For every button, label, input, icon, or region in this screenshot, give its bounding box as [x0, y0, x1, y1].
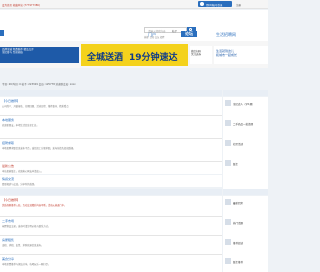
list-item[interactable]: 【今日推荐】 优质商家推荐入驻，互动交流精彩内容不断，活动火热进行中。 [0, 196, 222, 216]
register-link[interactable]: 注册 [236, 3, 241, 7]
list-item[interactable]: 【今日推荐】 公司简介、开始报名、往期回顾、活动日程、推荐嘉宾、精彩看点 [0, 97, 222, 115]
post-desc: 本站招募版主，欢迎热心网友申请加入。 [2, 170, 44, 173]
main-ad[interactable]: 全城送酒 19分钟速达 [81, 44, 188, 66]
sidebar-item[interactable]: 版主 [233, 162, 238, 166]
sidebar-item[interactable]: 推荐阅读 [233, 241, 243, 245]
post-desc: 公司简介、开始报名、往期回顾、活动日程、推荐嘉宾、精彩看点 [2, 105, 69, 108]
sidebar-item[interactable]: 版主推荐 [233, 260, 243, 264]
post-title[interactable]: 【今日推荐】 [2, 99, 20, 103]
list-item[interactable]: 美食分享 本地美食推荐与探店分享，吃喝玩乐一网打尽。 [0, 255, 222, 272]
qq-login-label: 用QQ帐号登录 [206, 3, 223, 7]
main-ad-left-text: 全城送酒 [87, 53, 124, 63]
top-tip[interactable]: 设为首页 收藏本站 (777977386) [2, 3, 40, 7]
sidebar-header [223, 90, 268, 96]
main-nav: 门户 论坛 生活招聘网 [0, 30, 268, 40]
list-item[interactable]: 房屋租售 出租、求租、出售、求购房屋信息发布。 [0, 236, 222, 254]
post-title[interactable]: 本地服务 [2, 118, 14, 122]
post-title[interactable]: 最新公告 [2, 164, 14, 168]
section-header [0, 189, 222, 195]
avatar[interactable] [225, 100, 231, 106]
banner-area: 品牌全城 免费推荐 精品点评 全民参与 互动热线 全城送酒 19分钟速达 微信扫… [0, 41, 268, 68]
post-desc: 情感倾诉与交流，分享你的故事。 [2, 183, 37, 186]
right-ad[interactable]: 生活就到这儿 和城市一起成长 [214, 46, 268, 64]
avatar[interactable] [225, 140, 231, 146]
sidebar: 全民达人（早1期） 二手商品一批清理 社区活动 版主 [223, 97, 268, 189]
divider [0, 160, 222, 161]
sidebar: 最新回复 热门话题 推荐阅读 版主推荐 [223, 196, 268, 272]
main-ad-right-text: 19分钟速达 [129, 53, 178, 63]
post-desc: 本地美食推荐与探店分享，吃喝玩乐一网打尽。 [2, 263, 51, 266]
post-desc: 优质商家推荐入驻，互动交流精彩内容不断，活动火热进行中。 [2, 204, 67, 207]
top-bar: 设为首页 收藏本站 (777977386) 用QQ帐号登录 注册 [0, 0, 268, 9]
sidebar-item[interactable]: 热门话题 [233, 221, 243, 225]
sidebar-header [223, 189, 268, 195]
avatar[interactable] [225, 199, 231, 205]
divider [0, 114, 222, 115]
nav-item-jobs[interactable]: 生活招聘网 [216, 32, 236, 38]
avatar[interactable] [225, 120, 231, 126]
qq-login-button[interactable]: 用QQ帐号登录 [198, 1, 232, 7]
post-title[interactable]: 房屋租售 [2, 238, 14, 242]
sidebar-item[interactable]: 社区活动 [233, 142, 243, 146]
post-title[interactable]: 招聘求职 [2, 141, 14, 145]
divider [0, 234, 222, 235]
list-item[interactable]: 本地服务 欢迎新朋友，本地生活信息全汇总。 [0, 116, 222, 138]
divider [0, 137, 222, 138]
nav-item-portal[interactable]: 门户 [148, 32, 156, 38]
qr-line: 关注送券 [191, 53, 202, 57]
post-title[interactable]: 美食分享 [2, 257, 14, 261]
divider [0, 215, 222, 216]
sidebar-item[interactable]: 全民达人（早1期） [233, 102, 255, 106]
nav-item-forum[interactable]: 论坛 [181, 31, 197, 37]
left-ad[interactable]: 品牌全城 免费推荐 精品点评 全民参与 互动热线 [0, 47, 79, 63]
avatar[interactable] [225, 239, 231, 245]
list-item[interactable]: 招聘求职 本地招聘求职信息发布平台，诚信招工方便求职，发布前请先阅读版规。 [0, 139, 222, 161]
post-desc: 出租、求租、出售、求购房屋信息发布。 [2, 244, 44, 247]
divider [0, 253, 222, 254]
list-item[interactable]: 情感交流 情感倾诉与交流，分享你的故事。 [0, 175, 222, 187]
avatar[interactable] [225, 219, 231, 225]
qr-code[interactable]: 微信扫码 关注送券 [190, 46, 212, 64]
post-title[interactable]: 二手市场 [2, 219, 14, 223]
avatar[interactable] [225, 258, 231, 264]
forum-stats: 今日: 26 昨日: 0 帖子: 223329 会员: 125778 欢迎新会员… [0, 80, 268, 88]
post-title[interactable]: 【今日推荐】 [2, 198, 20, 202]
sidebar-item[interactable]: 最新回复 [233, 201, 243, 205]
stats-text: 今日: 26 昨日: 0 帖子: 223329 会员: 125778 欢迎新会员… [2, 83, 76, 86]
list-item[interactable]: 二手市场 闲置物品交易，发布时请注明价格与联系方式。 [0, 217, 222, 235]
post-desc: 欢迎新朋友，本地生活信息全汇总。 [2, 124, 39, 127]
right-ad-line: 和城市一起成长 [216, 53, 238, 57]
post-desc: 闲置物品交易，发布时请注明价格与联系方式。 [2, 225, 51, 228]
left-ad-line: 全民参与 互动热线 [2, 51, 23, 55]
post-desc: 本地招聘求职信息发布平台，诚信招工方便求职，发布前请先阅读版规。 [2, 147, 76, 150]
post-title[interactable]: 情感交流 [2, 177, 14, 181]
sidebar-item[interactable]: 二手商品一批清理 [233, 122, 253, 126]
avatar[interactable] [225, 160, 231, 166]
list-item[interactable]: 最新公告 本站招募版主，欢迎热心网友申请加入。 [0, 162, 222, 174]
qq-icon [200, 2, 204, 6]
section-header [0, 90, 222, 96]
